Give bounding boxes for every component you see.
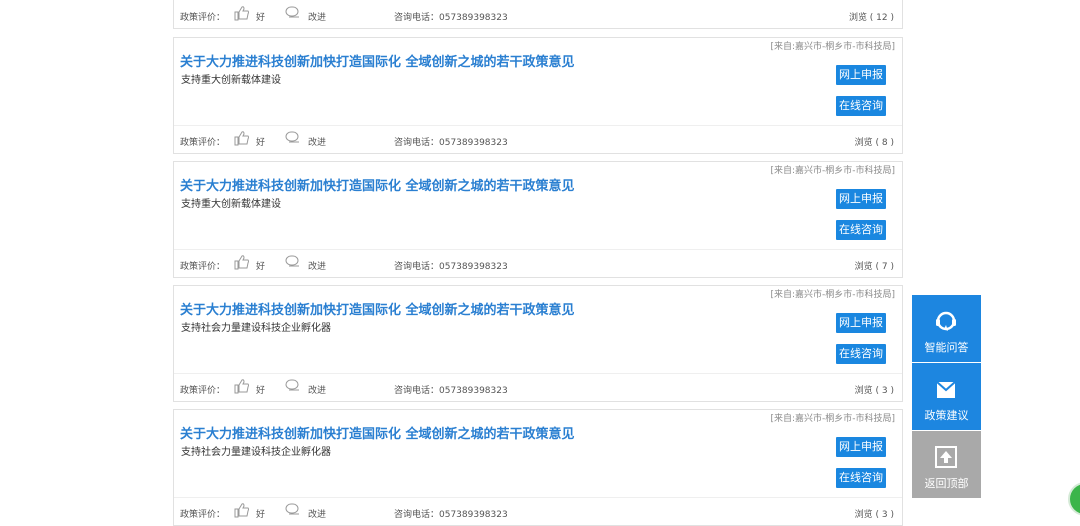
policy-card: [来自:嘉兴市-桐乡市-市科技局] 关于大力推进科技创新加快打造国际化 全域创新… [173,409,903,526]
smart-qa-label: 智能问答 [924,341,969,354]
rate-improve-button[interactable]: 改进 [308,135,326,148]
comment-icon[interactable] [285,131,301,145]
comment-icon[interactable] [285,6,301,20]
rate-label: 政策评价： [180,138,226,148]
online-consult-button[interactable]: 在线咨询 [836,96,886,116]
policy-subtitle: 支持社会力量建设科技企业孵化器 [181,447,331,458]
online-apply-button[interactable]: 网上申报 [836,65,886,85]
policy-card: [来自:嘉兴市-桐乡市-市科技局] 关于大力推进科技创新加快打造国际化 全域创新… [173,161,903,278]
arrow-up-icon [935,446,957,468]
mail-icon [936,381,956,398]
thumbs-up-icon[interactable] [234,130,250,146]
view-count: 浏览 ( 3 ) [854,386,894,396]
policy-subtitle: 支持社会力量建设科技企业孵化器 [181,323,331,334]
thumbs-up-icon[interactable] [234,5,250,21]
online-consult-button[interactable]: 在线咨询 [836,468,886,488]
view-count: 浏览 ( 12 ) [848,13,894,23]
policy-source: [来自:嘉兴市-桐乡市-市科技局] [770,42,895,52]
rate-label: 政策评价： [180,262,226,272]
comment-icon[interactable] [285,379,301,393]
card-footer: 政策评价： 好 改进 咨询电话：057389398323 浏览 ( 12 ) [174,1,902,28]
rate-good-button[interactable]: 好 [256,135,265,148]
rate-improve-button[interactable]: 改进 [308,10,326,23]
rate-good-button[interactable]: 好 [256,259,265,272]
policy-title-link[interactable]: 关于大力推进科技创新加快打造国际化 全域创新之城的若干政策意见 [180,423,575,442]
thumbs-up-icon[interactable] [234,502,250,518]
comment-icon[interactable] [285,503,301,517]
policy-suggest-label: 政策建议 [924,409,969,422]
thumbs-up-icon[interactable] [234,378,250,394]
view-count: 浏览 ( 3 ) [854,510,894,520]
online-apply-button[interactable]: 网上申报 [836,189,886,209]
back-to-top-button[interactable]: 返回顶部 [912,431,981,498]
rate-label: 政策评价： [180,13,226,23]
policy-source: [来自:嘉兴市-桐乡市-市科技局] [770,290,895,300]
headset-icon [936,311,956,331]
consult-phone: 咨询电话：057389398323 [394,262,508,272]
consult-phone: 咨询电话：057389398323 [394,138,508,148]
policy-title-link[interactable]: 关于大力推进科技创新加快打造国际化 全域创新之城的若干政策意见 [180,175,575,194]
policy-title-link[interactable]: 关于大力推进科技创新加快打造国际化 全域创新之城的若干政策意见 [180,51,575,70]
online-consult-button[interactable]: 在线咨询 [836,344,886,364]
view-count: 浏览 ( 8 ) [854,138,894,148]
policy-card-partial: 政策评价： 好 改进 咨询电话：057389398323 浏览 ( 12 ) [173,0,903,29]
policy-subtitle: 支持重大创新载体建设 [181,199,281,210]
online-consult-button[interactable]: 在线咨询 [836,220,886,240]
card-footer: 政策评价： 好 改进 咨询电话：057389398323 浏览 ( 7 ) [174,249,902,277]
rate-improve-button[interactable]: 改进 [308,507,326,520]
floating-widget-icon[interactable] [1068,482,1080,516]
rate-good-button[interactable]: 好 [256,507,265,520]
consult-phone: 咨询电话：057389398323 [394,386,508,396]
comment-icon[interactable] [285,255,301,269]
online-apply-button[interactable]: 网上申报 [836,437,886,457]
rate-label: 政策评价： [180,510,226,520]
rate-improve-button[interactable]: 改进 [308,383,326,396]
card-footer: 政策评价： 好 改进 咨询电话：057389398323 浏览 ( 3 ) [174,373,902,401]
thumbs-up-icon[interactable] [234,254,250,270]
view-count: 浏览 ( 7 ) [854,262,894,272]
policy-card: [来自:嘉兴市-桐乡市-市科技局] 关于大力推进科技创新加快打造国际化 全域创新… [173,285,903,402]
policy-subtitle: 支持重大创新载体建设 [181,75,281,86]
card-footer: 政策评价： 好 改进 咨询电话：057389398323 浏览 ( 8 ) [174,125,902,153]
rate-improve-button[interactable]: 改进 [308,259,326,272]
back-to-top-label: 返回顶部 [924,477,969,490]
consult-phone: 咨询电话：057389398323 [394,510,508,520]
policy-suggest-button[interactable]: 政策建议 [912,363,981,430]
rate-good-button[interactable]: 好 [256,383,265,396]
policy-source: [来自:嘉兴市-桐乡市-市科技局] [770,166,895,176]
policy-card: [来自:嘉兴市-桐乡市-市科技局] 关于大力推进科技创新加快打造国际化 全域创新… [173,37,903,154]
online-apply-button[interactable]: 网上申报 [836,313,886,333]
card-footer: 政策评价： 好 改进 咨询电话：057389398323 浏览 ( 3 ) [174,497,902,525]
rate-good-button[interactable]: 好 [256,10,265,23]
policy-title-link[interactable]: 关于大力推进科技创新加快打造国际化 全域创新之城的若干政策意见 [180,299,575,318]
policy-source: [来自:嘉兴市-桐乡市-市科技局] [770,414,895,424]
smart-qa-button[interactable]: 智能问答 [912,295,981,362]
consult-phone: 咨询电话：057389398323 [394,13,508,23]
rate-label: 政策评价： [180,386,226,396]
